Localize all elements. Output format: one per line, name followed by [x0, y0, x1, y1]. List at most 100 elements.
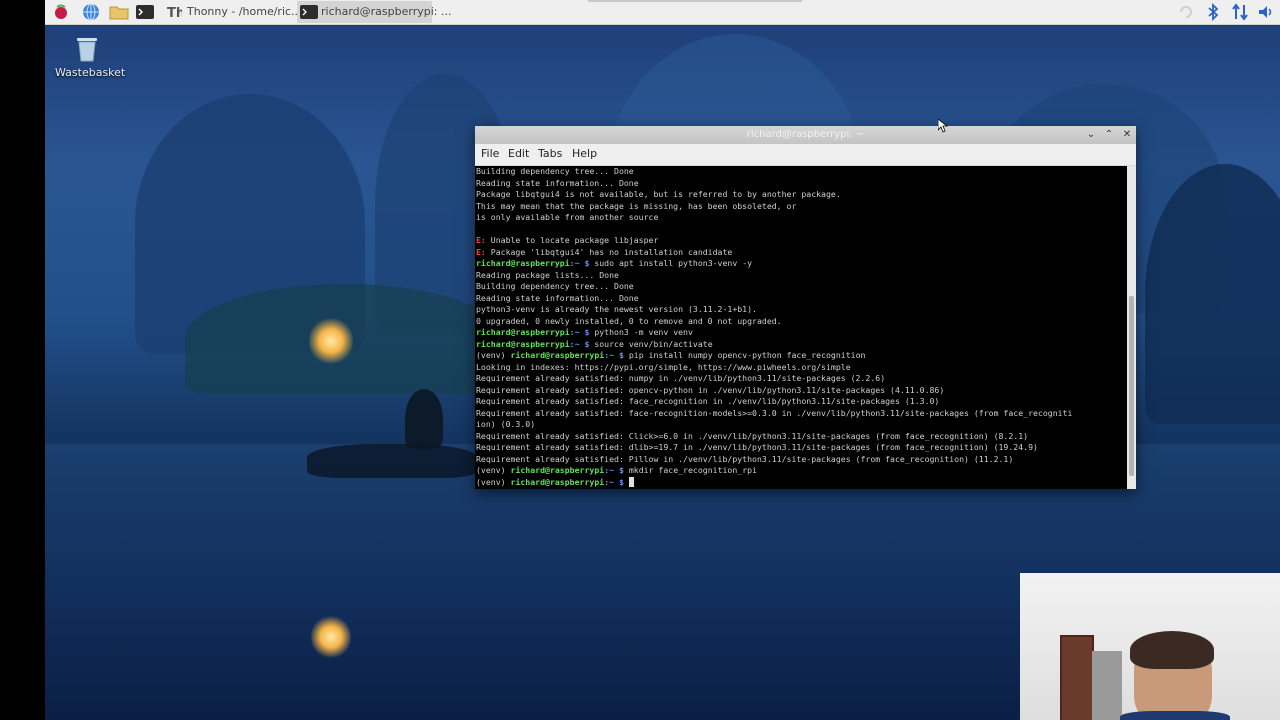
webcam-overlay — [1020, 573, 1280, 720]
terminal-task-icon — [300, 4, 318, 20]
terminal-line: Building dependency tree... Done — [476, 281, 1126, 293]
volume-icon[interactable] — [1257, 3, 1275, 21]
close-button[interactable]: ✕ — [1119, 127, 1135, 143]
terminal-line: is only available from another source — [476, 212, 1126, 224]
scrollbar-thumb[interactable] — [1129, 296, 1134, 476]
terminal-scrollbar[interactable] — [1127, 166, 1136, 489]
terminal-line: richard@raspberrypi:~ $ source venv/bin/… — [476, 339, 1126, 351]
terminal-line: Requirement already satisfied: face_reco… — [476, 396, 1126, 408]
terminal-window: richard@raspberrypi: ~ ⌄ ⌃ ✕ File Edit T… — [475, 126, 1136, 489]
wastebasket-desktop-icon[interactable]: Wastebasket — [55, 34, 126, 84]
terminal-line: python3-venv is already the newest versi… — [476, 304, 1126, 316]
terminal-line: This may mean that the package is missin… — [476, 201, 1126, 213]
terminal-text: mkdir face_recognition_rpi — [623, 465, 757, 475]
terminal-line: (venv) richard@raspberrypi:~ $ mkdir fac… — [476, 465, 1126, 477]
cam-door — [1060, 635, 1094, 720]
terminal-text: Reading state information... Done — [476, 177, 639, 188]
terminal-text: source venv/bin/activate — [589, 338, 713, 349]
raspberry-menu-icon[interactable] — [52, 3, 70, 21]
terminal-line: richard@raspberrypi:~ $ sudo apt install… — [476, 258, 1126, 270]
trash-icon — [75, 36, 99, 62]
terminal-line: Requirement already satisfied: Click>=6.… — [476, 431, 1126, 443]
terminal-menubar: File Edit Tabs Help — [475, 144, 1136, 166]
terminal-text: Building dependency tree... Done — [476, 281, 634, 291]
terminal-line: (venv) richard@raspberrypi:~ $ — [476, 477, 1126, 489]
prompt-path: :~ $ — [604, 350, 624, 360]
terminal-line: Requirement already satisfied: dlib>=19.… — [476, 442, 1126, 454]
terminal-text: python3-venv is already the newest versi… — [476, 304, 757, 314]
mouse-pointer-icon — [937, 118, 949, 133]
terminal-text: This may mean that the package is missin… — [476, 200, 797, 211]
terminal-text: (venv) — [476, 465, 511, 475]
terminal-output[interactable]: Building dependency tree... Done Reading … — [475, 166, 1127, 489]
prompt-user: richard@raspberrypi — [476, 338, 570, 349]
terminal-line: E: Unable to locate package libjasper — [476, 235, 1126, 247]
terminal-title: richard@raspberrypi: ~ — [746, 129, 865, 140]
terminal-line: 0 upgraded, 0 newly installed, 0 to remo… — [476, 316, 1126, 328]
terminal-text: Requirement already satisfied: opencv-py… — [476, 384, 945, 395]
task-terminal-label: richard@raspberrypi: ... — [321, 5, 452, 18]
terminal-line: Package libqtgui4 is not available, but … — [476, 189, 1126, 201]
terminal-text: (venv) — [476, 476, 511, 487]
maximize-button[interactable]: ⌃ — [1101, 127, 1117, 143]
menu-edit[interactable]: Edit — [508, 147, 529, 160]
bluetooth-icon[interactable] — [1204, 2, 1222, 22]
top-taskbar: Th Thonny - /home/ric... richard@raspber… — [45, 0, 1280, 25]
prompt-path: :~ $ — [569, 338, 590, 349]
terminal-text: Unable to locate package libjasper — [485, 235, 659, 245]
prompt-user: richard@raspberrypi — [476, 327, 570, 337]
web-browser-icon[interactable] — [82, 3, 100, 21]
terminal-text: Requirement already satisfied: dlib>=19.… — [476, 442, 1038, 452]
terminal-line: ion) (0.3.0) — [476, 419, 1126, 431]
menu-tabs[interactable]: Tabs — [538, 147, 562, 160]
terminal-text: Reading package lists... Done — [476, 269, 619, 280]
terminal-text: Reading state information... Done — [476, 292, 639, 303]
terminal-launcher-icon[interactable] — [135, 3, 154, 21]
screen: Th Thonny - /home/ric... richard@raspber… — [0, 0, 1280, 720]
update-icon[interactable] — [1177, 3, 1195, 21]
terminal-text: python3 -m venv venv — [589, 327, 693, 337]
task-thonny-label: Thonny - /home/ric... — [187, 5, 302, 18]
terminal-line: Reading state information... Done — [476, 293, 1126, 305]
prompt-path: :~ $ — [569, 327, 590, 337]
wastebasket-label: Wastebasket — [55, 66, 126, 79]
error-marker: E: — [476, 235, 486, 245]
prompt-user: richard@raspberrypi — [510, 476, 605, 487]
terminal-text: 0 upgraded, 0 newly installed, 0 to remo… — [476, 315, 782, 326]
network-icon[interactable] — [1231, 3, 1249, 21]
task-thonny[interactable]: Th Thonny - /home/ric... — [163, 1, 302, 23]
prompt-path: :~ $ — [604, 465, 624, 475]
file-manager-icon[interactable] — [109, 3, 129, 21]
menu-file[interactable]: File — [481, 147, 499, 160]
terminal-text: pip install numpy opencv-python face_rec… — [623, 350, 866, 360]
prompt-user: richard@raspberrypi — [510, 350, 605, 360]
terminal-text: sudo apt install python3-venv -y — [589, 258, 753, 268]
terminal-text: Requirement already satisfied: numpy in … — [476, 373, 886, 383]
terminal-text: Requirement already satisfied: Click>=6.… — [476, 430, 1029, 441]
minimize-button[interactable]: ⌄ — [1083, 127, 1099, 143]
terminal-text: (venv) — [476, 350, 511, 360]
menu-help[interactable]: Help — [572, 147, 597, 160]
terminal-text: Package libqtgui4 is not available, but … — [476, 189, 841, 199]
terminal-text: Requirement already satisfied: face_reco… — [476, 396, 940, 406]
terminal-lines: Building dependency tree... Done Reading … — [476, 166, 1126, 488]
terminal-text: Looking in indexes: https://pypi.org/sim… — [476, 361, 851, 372]
terminal-text: Building dependency tree... Done — [476, 166, 634, 176]
svg-text:Th: Th — [167, 6, 182, 20]
terminal-line: E: Package 'libqtgui4' has no installati… — [476, 247, 1126, 259]
terminal-text: Package 'libqtgui4' has no installation … — [485, 246, 733, 257]
terminal-line: Requirement already satisfied: numpy in … — [476, 373, 1126, 385]
terminal-line: Reading state information... Done — [476, 178, 1126, 190]
terminal-line: Building dependency tree... Done — [476, 166, 1126, 178]
terminal-text: ion) (0.3.0) — [476, 419, 536, 429]
terminal-line: richard@raspberrypi:~ $ python3 -m venv … — [476, 327, 1126, 339]
terminal-line: Reading package lists... Done — [476, 270, 1126, 282]
cam-person-shirt — [1120, 711, 1230, 720]
terminal-titlebar[interactable]: richard@raspberrypi: ~ ⌄ ⌃ ✕ — [475, 126, 1136, 144]
prompt-user: richard@raspberrypi — [510, 465, 605, 475]
terminal-text: is only available from another source — [476, 212, 659, 222]
task-terminal[interactable]: richard@raspberrypi: ... — [297, 1, 451, 23]
terminal-cursor — [628, 477, 634, 487]
cam-person-hair — [1130, 631, 1214, 669]
